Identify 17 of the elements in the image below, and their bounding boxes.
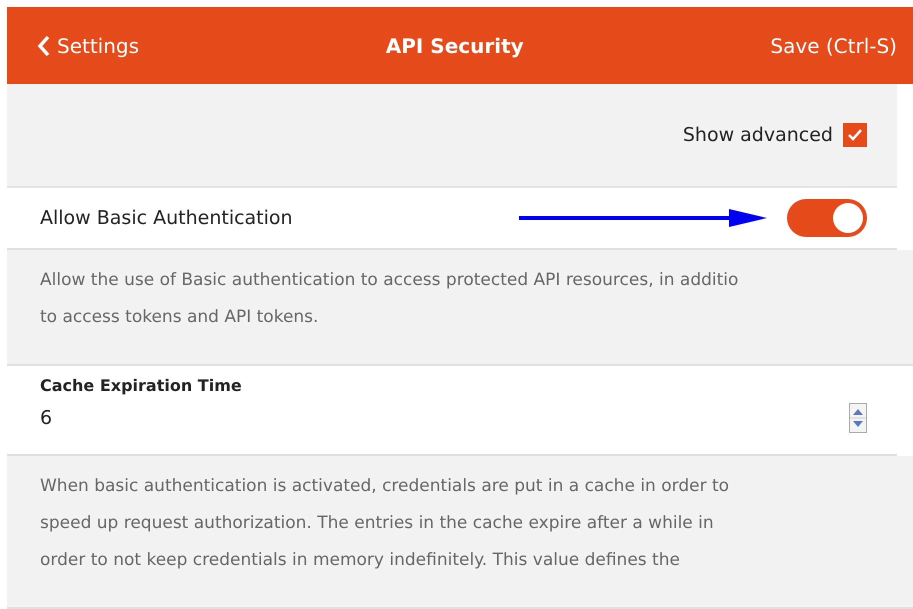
field-label: Cache Expiration Time <box>40 376 243 395</box>
show-advanced-checkbox[interactable] <box>843 123 867 147</box>
back-link[interactable]: Settings <box>37 34 140 58</box>
description-text: Allow the use of Basic authentication to access protected API resources, in additio <box>40 269 740 292</box>
back-chevron-icon <box>37 34 51 56</box>
description-text: speed up request authorization. The entries in the cache expire after a while in <box>40 512 715 535</box>
spinner-icon[interactable] <box>849 403 867 433</box>
description-text: to access tokens and API tokens. <box>40 306 320 329</box>
setting-label: Allow Basic Authentication <box>40 207 294 229</box>
checkmark-icon <box>847 128 863 142</box>
checkbox-label: Show advanced <box>682 124 833 146</box>
arrow-icon <box>519 208 767 228</box>
save-link[interactable]: Save (Ctrl-S) <box>770 34 897 58</box>
toggle-switch[interactable] <box>787 199 867 237</box>
page-title: API Security <box>386 34 524 58</box>
description-text: order to not keep credentials in memory indefinitely. This value defines the <box>40 549 681 572</box>
description-text: When basic authentication is activated, credentials are put in a cache in order to <box>40 475 730 498</box>
